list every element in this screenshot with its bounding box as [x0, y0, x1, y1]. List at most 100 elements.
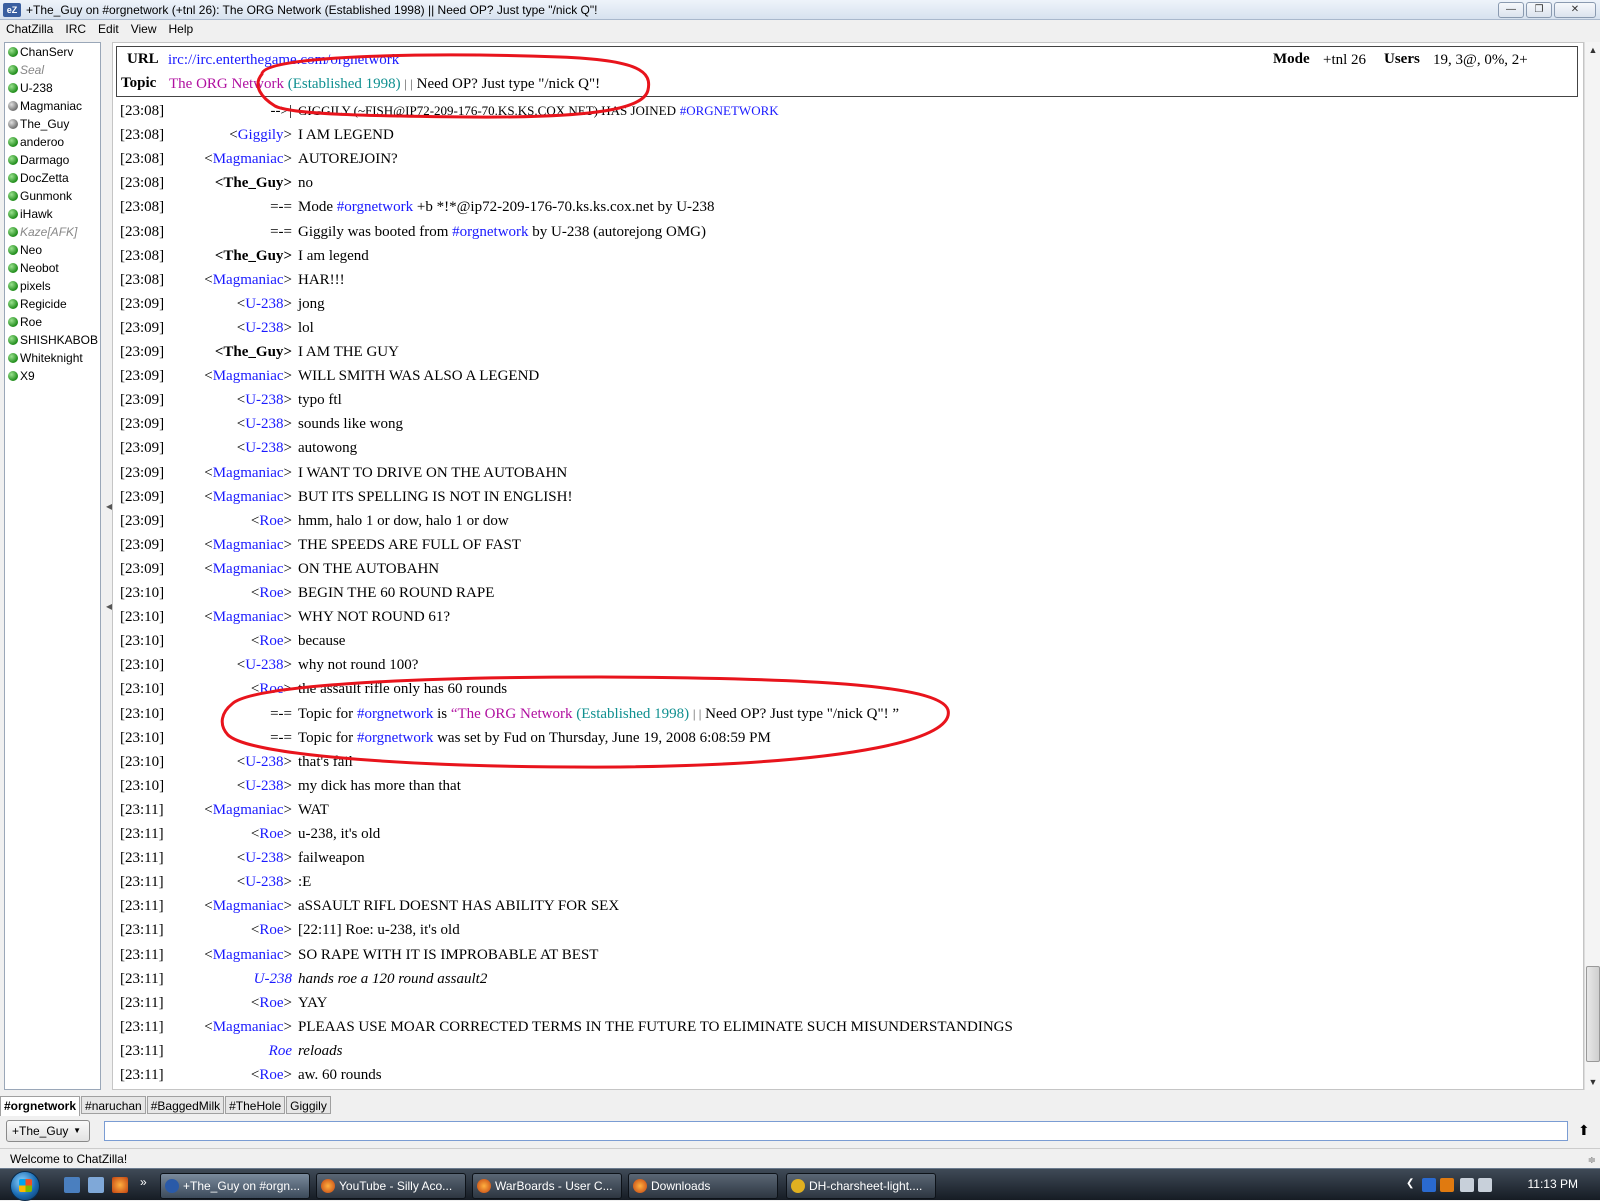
user-list-item[interactable]: Gunmonk [5, 187, 100, 205]
nick-link[interactable]: Magmaniac [213, 609, 284, 625]
nick-link[interactable]: Magmaniac [213, 898, 284, 914]
user-list-item[interactable]: Neobot [5, 259, 100, 277]
user-list-item[interactable]: Seal [5, 61, 100, 79]
user-list-item[interactable]: Regicide [5, 295, 100, 313]
nick-link[interactable]: Magmaniac [213, 368, 284, 384]
user-list-item[interactable]: DocZetta [5, 169, 100, 187]
chat-scrollbar[interactable]: ▲ ▼ [1584, 42, 1600, 1090]
network-icon[interactable] [1460, 1178, 1474, 1192]
nick-link[interactable]: U-238 [245, 440, 283, 456]
nick-link[interactable]: Roe [269, 1043, 292, 1059]
switch-windows-icon[interactable] [88, 1177, 104, 1193]
tray-app-icon[interactable] [1440, 1178, 1454, 1192]
taskbar-button[interactable]: +The_Guy on #orgn... [160, 1173, 310, 1199]
user-list-item[interactable]: ChanServ [5, 43, 100, 61]
maximize-button[interactable]: ❐ [1526, 2, 1552, 18]
scrollbar-thumb[interactable] [1586, 966, 1600, 1062]
user-list-item[interactable]: anderoo [5, 133, 100, 151]
channel-link[interactable]: #ORGNETWORK [680, 103, 779, 118]
nick-link[interactable]: Roe [259, 681, 283, 697]
nick-link[interactable]: U-238 [245, 778, 283, 794]
volume-icon[interactable] [1478, 1178, 1492, 1192]
nick-link[interactable]: Roe [259, 513, 283, 529]
taskbar-button[interactable]: DH-charsheet-light.... [786, 1173, 936, 1199]
scroll-down-icon[interactable]: ▼ [1585, 1074, 1600, 1090]
nick-link[interactable]: U-238 [245, 296, 283, 312]
nick-link[interactable]: U-238 [245, 416, 283, 432]
user-list-item[interactable]: Neo [5, 241, 100, 259]
nick-link[interactable]: U-238 [245, 850, 283, 866]
user-list-item[interactable]: Kaze[AFK] [5, 223, 100, 241]
user-list-item[interactable]: The_Guy [5, 115, 100, 133]
user-list-item[interactable]: iHawk [5, 205, 100, 223]
nick-link[interactable]: Roe [259, 633, 283, 649]
nick-link[interactable]: Roe [259, 1067, 283, 1083]
nick-link[interactable]: Giggily [238, 127, 284, 143]
user-list-item[interactable]: SHISHKABOB [5, 331, 100, 349]
nick-link[interactable]: U-238 [245, 754, 283, 770]
nick-link[interactable]: U-238 [245, 874, 283, 890]
minimize-button[interactable]: — [1498, 2, 1524, 18]
user-list-item[interactable]: U-238 [5, 79, 100, 97]
channel-link[interactable]: #orgnetwork [337, 199, 413, 215]
nick-link[interactable]: Magmaniac [213, 1019, 284, 1035]
menu-irc[interactable]: IRC [59, 20, 92, 38]
nick-link[interactable]: Roe [259, 995, 283, 1011]
nick-link[interactable]: The_Guy [223, 248, 283, 264]
tray-expand-icon[interactable]: ❮ [1406, 1178, 1420, 1192]
nick-link[interactable]: Magmaniac [213, 537, 284, 553]
menu-edit[interactable]: Edit [92, 20, 125, 38]
nick-link[interactable]: Magmaniac [213, 489, 284, 505]
nick-link[interactable]: U-238 [245, 657, 283, 673]
taskbar-button[interactable]: WarBoards - User C... [472, 1173, 622, 1199]
nick-link[interactable]: U-238 [254, 971, 292, 987]
menu-chatzilla[interactable]: ChatZilla [0, 20, 59, 38]
channel-link[interactable]: #orgnetwork [357, 730, 433, 746]
channel-tab[interactable]: #BaggedMilk [146, 1096, 225, 1114]
nick-link[interactable]: Magmaniac [213, 947, 284, 963]
user-list-item[interactable]: Roe [5, 313, 100, 331]
quicklaunch-more-icon[interactable]: » [140, 1175, 147, 1189]
close-button[interactable]: ✕ [1554, 2, 1596, 18]
message-input[interactable] [104, 1121, 1568, 1141]
show-desktop-icon[interactable] [64, 1177, 80, 1193]
user-list-item[interactable]: X9 [5, 367, 100, 385]
nick-link[interactable]: The_Guy [223, 175, 283, 191]
nick-link[interactable]: Magmaniac [213, 561, 284, 577]
nick-link[interactable]: Magmaniac [213, 272, 284, 288]
clock[interactable]: 11:13 PM [1528, 1177, 1578, 1191]
nickname-button[interactable]: +The_Guy ▼ [6, 1120, 90, 1142]
nick-link[interactable]: The_Guy [223, 344, 283, 360]
menu-help[interactable]: Help [163, 20, 200, 38]
channel-tab[interactable]: #naruchan [81, 1096, 146, 1114]
pane-splitter[interactable]: ◀ ◀ [104, 42, 112, 1090]
channel-url-link[interactable]: irc://irc.enterthegame.com/orgnetwork [168, 52, 399, 69]
taskbar-button[interactable]: YouTube - Silly Aco... [316, 1173, 466, 1199]
start-button[interactable] [10, 1171, 40, 1201]
channel-tab[interactable]: #orgnetwork [0, 1096, 81, 1116]
scroll-up-icon[interactable]: ▲ [1585, 42, 1600, 58]
user-list[interactable]: ChanServ Seal U-238 Magmaniac The_Guy anderoo… [4, 42, 101, 1090]
nick-link[interactable]: Magmaniac [213, 151, 284, 167]
nick-link[interactable]: U-238 [245, 392, 283, 408]
topic-text[interactable]: The ORG Network (Established 1998) | | N… [169, 76, 600, 93]
channel-tab[interactable]: #TheHole [225, 1096, 286, 1114]
nick-link[interactable]: Roe [259, 922, 283, 938]
send-arrow-icon[interactable]: ⬆ [1578, 1122, 1590, 1139]
nick-link[interactable]: U-238 [245, 320, 283, 336]
menu-view[interactable]: View [125, 20, 163, 38]
channel-link[interactable]: #orgnetwork [452, 224, 528, 240]
nick-link[interactable]: Roe [259, 826, 283, 842]
nick-link[interactable]: Roe [259, 585, 283, 601]
nick-link[interactable]: Magmaniac [213, 465, 284, 481]
channel-link[interactable]: #orgnetwork [357, 706, 433, 722]
user-list-item[interactable]: pixels [5, 277, 100, 295]
nick-link[interactable]: Magmaniac [213, 802, 284, 818]
user-list-item[interactable]: Magmaniac [5, 97, 100, 115]
firefox-icon[interactable] [112, 1177, 128, 1193]
tray-app-icon[interactable] [1422, 1178, 1436, 1192]
taskbar-button[interactable]: Downloads [628, 1173, 778, 1199]
channel-tab[interactable]: Giggily [286, 1096, 331, 1114]
user-list-item[interactable]: Whiteknight [5, 349, 100, 367]
user-list-item[interactable]: Darmago [5, 151, 100, 169]
